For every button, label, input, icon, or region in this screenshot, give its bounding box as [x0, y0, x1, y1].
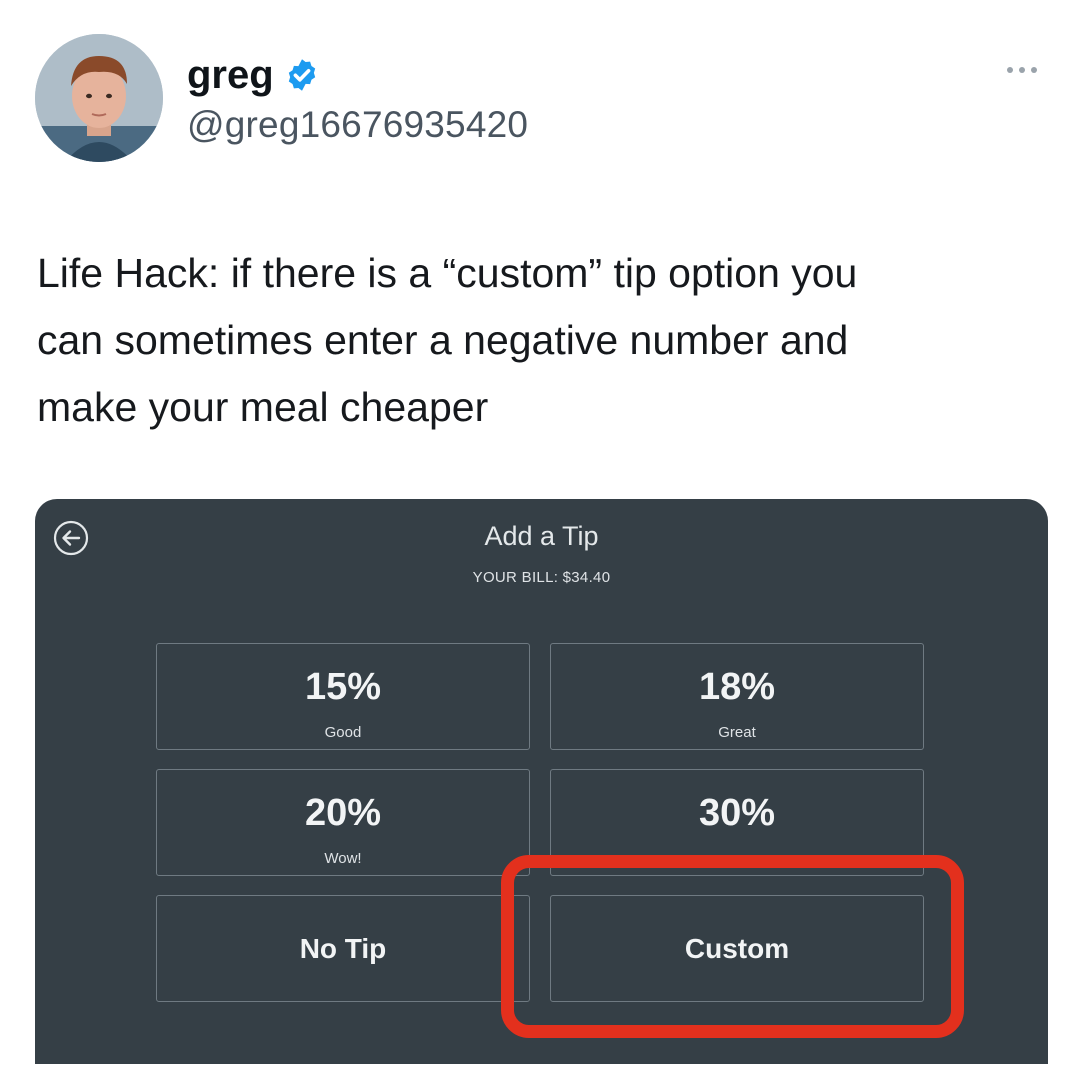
- author-name-row: greg: [187, 52, 320, 98]
- tip-option-15[interactable]: 15% Good: [156, 643, 530, 750]
- more-options-icon[interactable]: [998, 58, 1046, 82]
- custom-tip-button[interactable]: Custom: [550, 895, 924, 1002]
- tip-option-30[interactable]: 30%: [550, 769, 924, 876]
- verified-badge-icon: [284, 57, 320, 93]
- avatar[interactable]: [35, 34, 163, 162]
- tip-title: Add a Tip: [484, 521, 599, 551]
- tip-percent: 15%: [304, 666, 382, 708]
- author-name[interactable]: greg: [187, 53, 274, 98]
- tip-percent: 30%: [698, 792, 776, 834]
- tip-description: Good: [324, 724, 362, 741]
- no-tip-label: No Tip: [299, 933, 387, 964]
- tip-percent: 18%: [698, 666, 776, 708]
- bill-amount: YOUR BILL: $34.40: [472, 569, 611, 586]
- tip-option-20[interactable]: 20% Wow!: [156, 769, 530, 876]
- tweet-text: Life Hack: if there is a “custom” tip op…: [37, 250, 858, 430]
- tip-option-18[interactable]: 18% Great: [550, 643, 924, 750]
- tip-percent: 20%: [304, 792, 382, 834]
- tip-description: Great: [718, 724, 756, 741]
- tip-screen-image: Add a Tip YOUR BILL: $34.40 15% Good 18%…: [35, 499, 1048, 1064]
- no-tip-button[interactable]: No Tip: [156, 895, 530, 1002]
- custom-tip-label: Custom: [684, 933, 790, 964]
- tip-description: Wow!: [324, 850, 362, 867]
- author-handle[interactable]: @greg16676935420: [187, 104, 528, 146]
